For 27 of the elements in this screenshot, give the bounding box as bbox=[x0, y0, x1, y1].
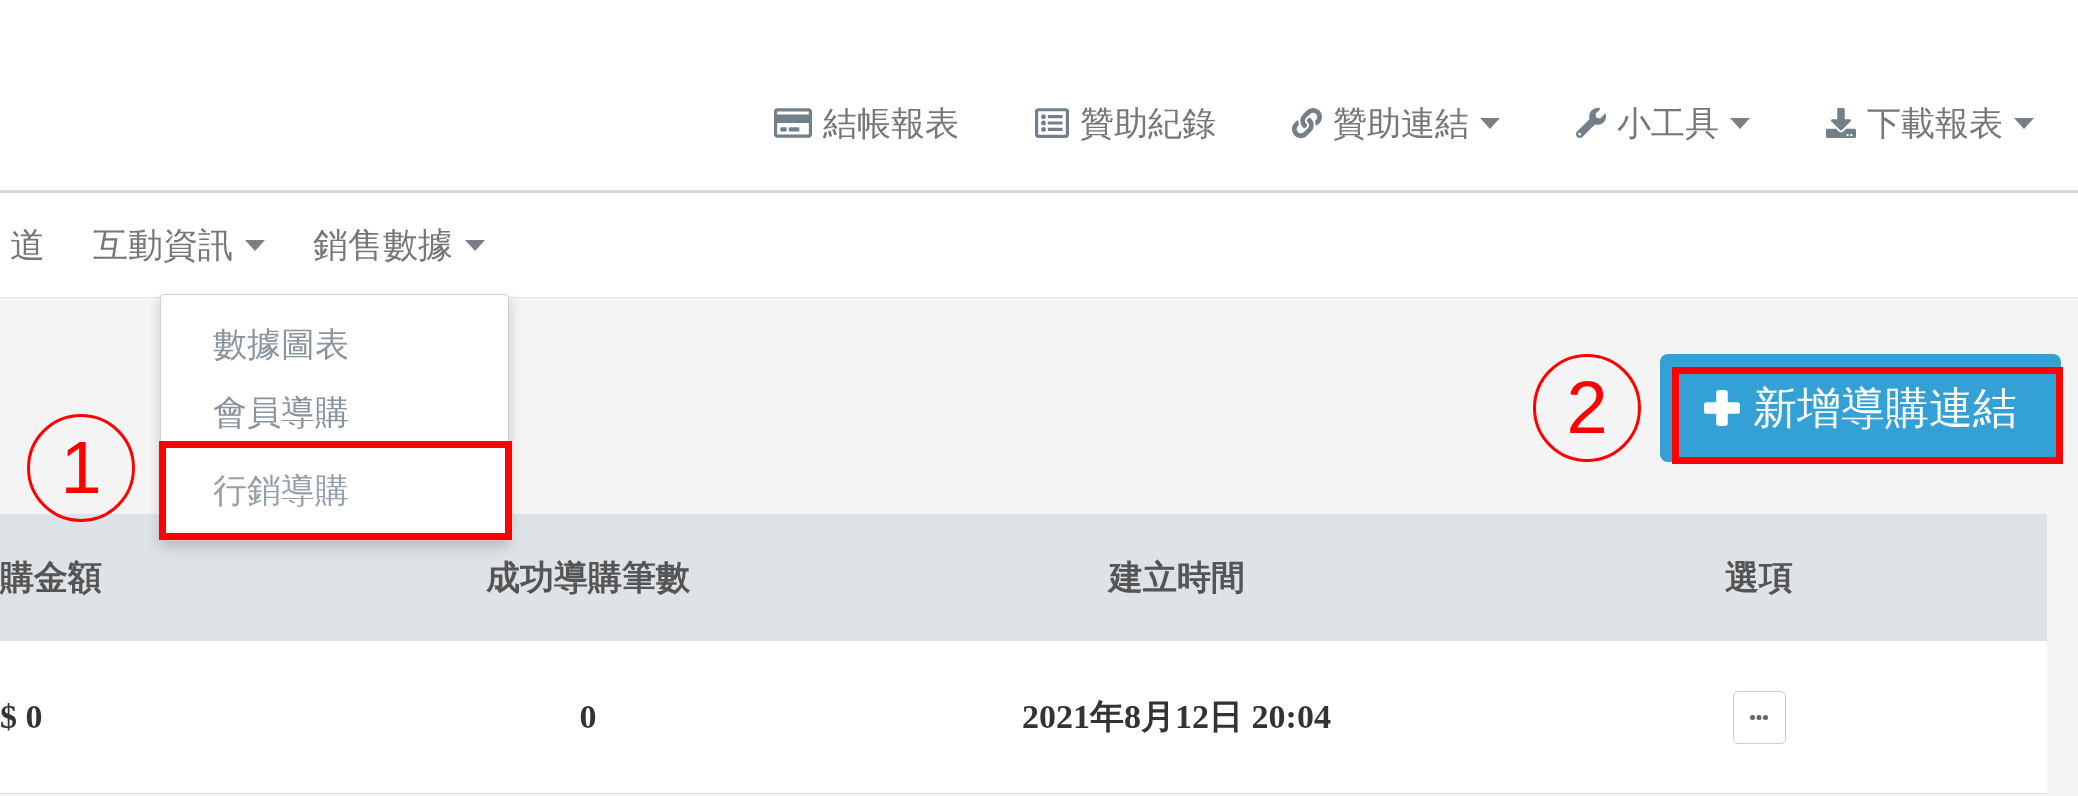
step-marker: 2 bbox=[1533, 354, 1641, 462]
column-header: 建立時間 bbox=[1108, 555, 1245, 599]
download-icon bbox=[1826, 108, 1856, 138]
options-button[interactable] bbox=[1732, 690, 1786, 744]
table-cell-text: 2021年8月12日 20:04 bbox=[1022, 697, 1331, 737]
step-marker: 1 bbox=[27, 414, 135, 522]
nav-link[interactable]: 道 bbox=[10, 222, 45, 268]
wrench-icon bbox=[1576, 108, 1606, 138]
nav-link[interactable]: 小工具 bbox=[1576, 100, 1750, 146]
menu-item[interactable]: 會員導購 bbox=[161, 384, 508, 442]
nav-link[interactable]: 銷售數據 bbox=[313, 222, 485, 268]
ellipsis-icon bbox=[1750, 714, 1768, 720]
nav-link[interactable]: 結帳報表 bbox=[774, 100, 959, 146]
column-header: 選項 bbox=[1725, 555, 1793, 599]
nav-link[interactable]: 贊助紀錄 bbox=[1035, 100, 1216, 146]
plus-icon bbox=[1704, 390, 1740, 426]
nav-link[interactable]: 贊助連結 bbox=[1292, 100, 1500, 146]
menu-item[interactable]: 數據圖表 bbox=[161, 316, 508, 374]
table-cell: 0 bbox=[579, 698, 597, 736]
menu-item[interactable]: 行銷導購 bbox=[159, 441, 512, 540]
table-cell: $ 0 bbox=[0, 698, 43, 736]
credit-card-icon bbox=[774, 106, 812, 140]
nav-link[interactable]: 下載報表 bbox=[1826, 100, 2034, 146]
nav-link[interactable]: 互動資訊 bbox=[93, 222, 265, 268]
column-header: 成功導購筆數 bbox=[486, 555, 690, 599]
list-icon bbox=[1035, 106, 1069, 140]
link-icon bbox=[1292, 108, 1322, 138]
